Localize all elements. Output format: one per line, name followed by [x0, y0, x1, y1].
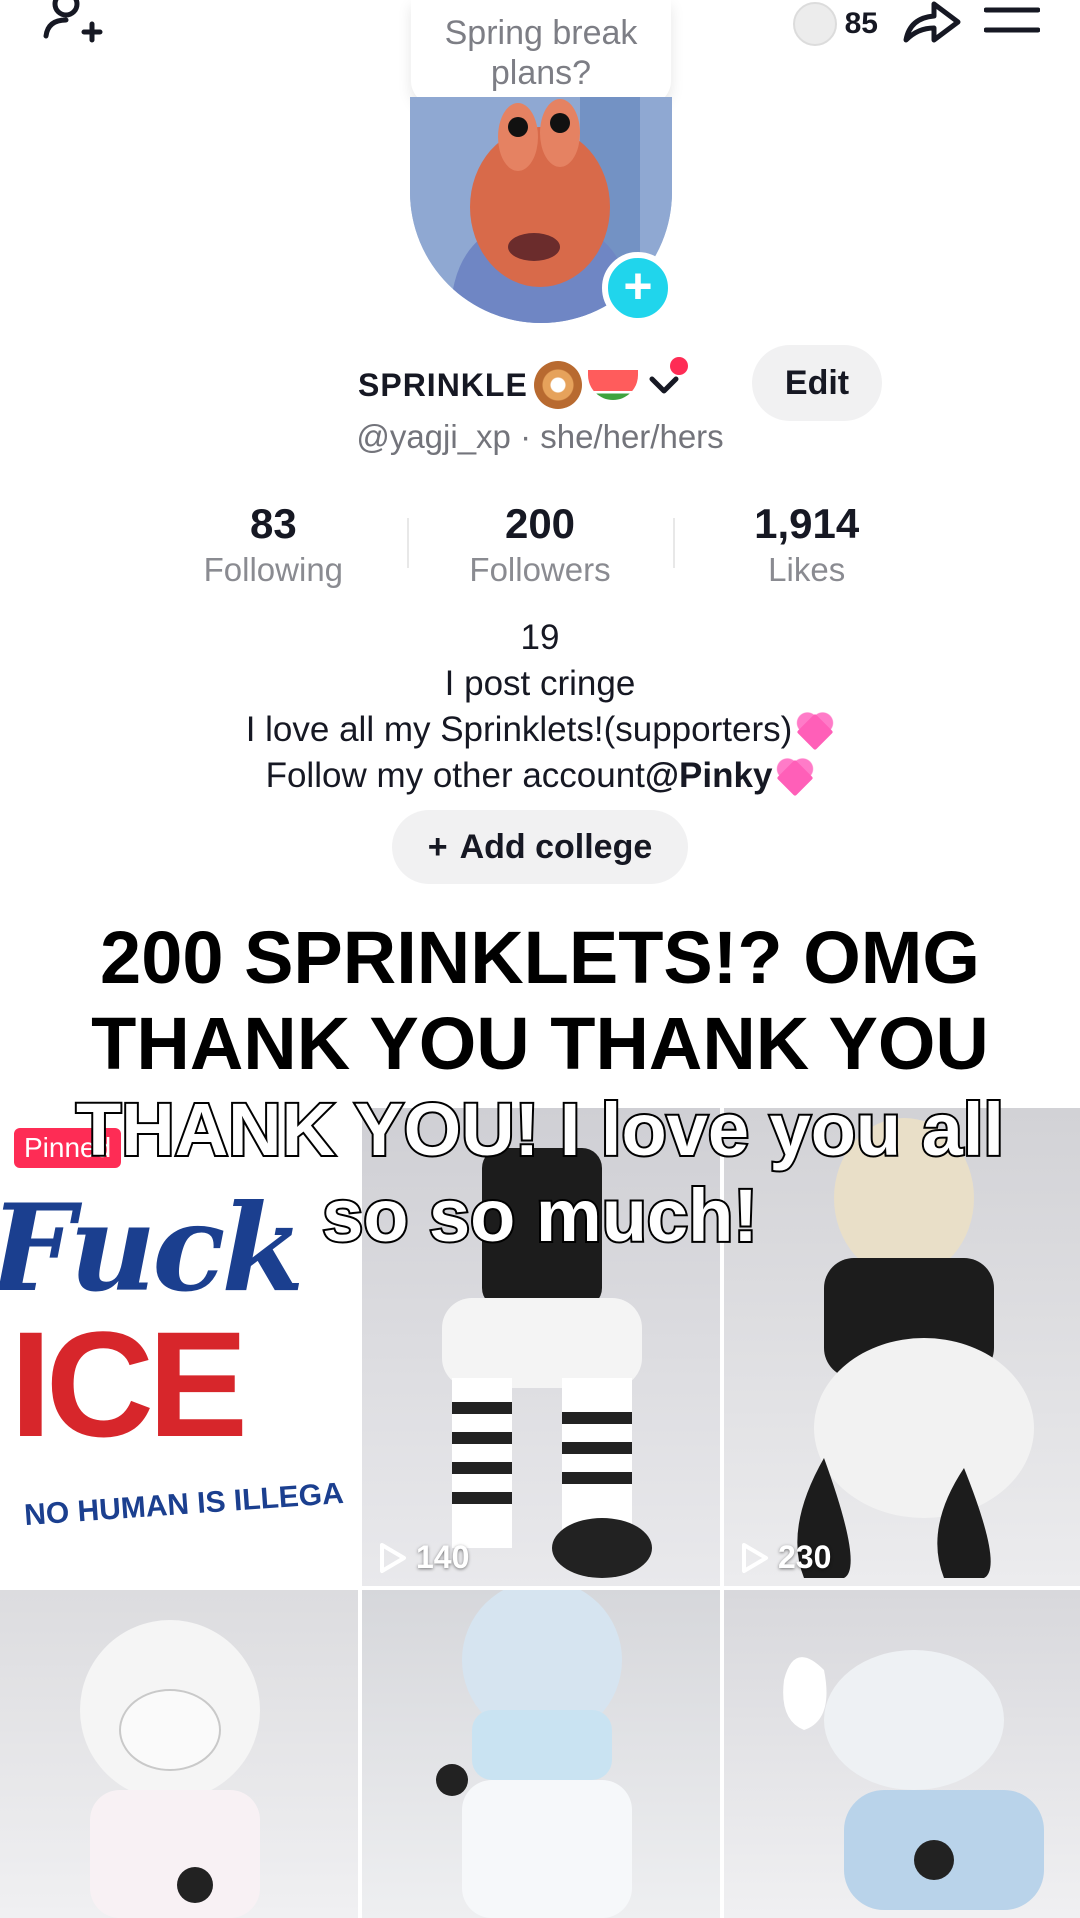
donut-emoji-icon — [533, 361, 582, 409]
bio-line: 19 — [520, 618, 560, 657]
add-friend-icon[interactable] — [40, 0, 120, 48]
sign-sub-text: NO HUMAN IS ILLEGA — [23, 1476, 345, 1533]
display-name: SPRINKLE — [358, 366, 528, 403]
chevron-down-icon[interactable] — [644, 357, 688, 405]
caption-line: so so much! — [320, 1172, 760, 1259]
sign-main-text: ICE — [10, 1300, 248, 1468]
bio-text: Follow my other account — [265, 756, 645, 795]
caption-line: THANK YOU THANK YOU — [90, 1001, 991, 1087]
view-count: 140 — [378, 1539, 469, 1576]
bio-text: I love all my Sprinklets!(supporters) — [245, 710, 793, 749]
stat-label: Likes — [768, 551, 846, 588]
plus-icon: + — [427, 827, 448, 866]
stat-value: 200 — [504, 500, 576, 547]
profile-bio: 19 I post cringe I love all my Sprinklet… — [0, 615, 1080, 799]
bio-mention-link[interactable]: @Pinky — [645, 756, 773, 795]
stat-value: 83 — [249, 500, 297, 547]
bio-line: I love all my Sprinklets!(supporters) — [0, 707, 1080, 753]
stat-label: Following — [203, 551, 344, 588]
bio-line: I post cringe — [444, 664, 636, 703]
display-name-row[interactable]: SPRINKLE — [358, 355, 688, 415]
thumbnail-figure — [80, 1620, 260, 1918]
note-text: Spring break plans? — [444, 13, 638, 92]
view-count-text: 230 — [778, 1539, 832, 1575]
top-right-actions: 85 — [792, 0, 1041, 49]
play-icon — [380, 1542, 406, 1573]
play-icon — [742, 1542, 768, 1573]
add-college-button[interactable]: + Add college — [392, 810, 688, 884]
view-count-text: 140 — [416, 1539, 470, 1575]
stat-followers[interactable]: 200 Followers — [406, 498, 674, 598]
share-icon[interactable] — [900, 0, 962, 49]
stat-label: Followers — [469, 551, 611, 588]
video-thumbnail[interactable] — [0, 1590, 358, 1918]
stat-likes[interactable]: 1,914 Likes — [673, 498, 940, 598]
watermelon-emoji-icon — [587, 370, 638, 400]
pink-heart-icon — [776, 757, 815, 791]
menu-icon[interactable] — [983, 2, 1041, 47]
view-count: 230 — [740, 1539, 831, 1576]
thumbnail-figure — [783, 1650, 1044, 1910]
caption-line: 200 SPRINKLETS!? OMG — [99, 915, 982, 1001]
bio-line: Follow my other account@Pinky — [0, 753, 1080, 799]
edit-profile-button[interactable]: Edit — [752, 345, 882, 421]
profile-stats: 83 Following 200 Followers 1,914 Likes — [140, 498, 940, 598]
add-college-label: Add college — [459, 827, 653, 866]
coin-icon — [792, 2, 837, 46]
video-thumbnail[interactable] — [724, 1590, 1080, 1918]
stat-following[interactable]: 83 Following — [140, 498, 407, 598]
coin-balance[interactable]: 85 — [792, 2, 878, 46]
pink-heart-icon — [796, 711, 835, 745]
notification-dot — [669, 357, 688, 375]
add-avatar-plus-icon[interactable]: + — [602, 252, 674, 324]
overlay-caption: 200 SPRINKLETS!? OMG THANK YOU THANK YOU… — [60, 915, 1020, 1260]
stat-value: 1,914 — [754, 500, 860, 547]
caption-line: THANK YOU! I love you all — [74, 1086, 1006, 1173]
coin-count: 85 — [844, 7, 878, 40]
profile-note-bubble[interactable]: Spring break plans? — [411, 0, 671, 105]
thumbnail-figure — [436, 1590, 632, 1918]
handle-and-pronouns: @yagji_xp · she/her/hers — [356, 418, 724, 455]
video-thumbnail[interactable] — [362, 1590, 720, 1918]
